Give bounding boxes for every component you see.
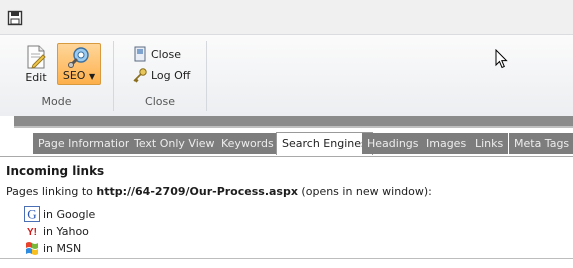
msn-icon <box>26 242 38 255</box>
tab-search-engines[interactable]: Search Engines <box>276 132 373 155</box>
yahoo-icon: Y! <box>27 227 37 238</box>
tab-text-only-view[interactable]: Text Only View <box>129 133 220 154</box>
bottom-divider <box>0 258 573 259</box>
svg-text:Y!: Y! <box>27 227 37 238</box>
mode-group-label: Mode <box>41 95 72 108</box>
tab-links[interactable]: Links <box>470 133 509 154</box>
close-document-icon <box>134 46 146 62</box>
google-icon: G <box>24 206 40 222</box>
seo-button[interactable]: SEO ▼ <box>57 43 101 85</box>
close-group-label: Close <box>145 95 175 108</box>
seo-label: SEO <box>62 69 86 82</box>
tab-images[interactable]: Images <box>421 133 472 154</box>
log-off-button[interactable]: Log Off <box>132 66 190 84</box>
close-label: Close <box>151 47 181 61</box>
edit-icon <box>27 45 46 69</box>
title-bar <box>0 0 573 34</box>
close-button[interactable]: Close <box>132 45 181 63</box>
msn-link[interactable]: in MSN <box>24 240 81 256</box>
panel-separator <box>14 116 573 128</box>
log-off-label: Log Off <box>151 68 191 82</box>
key-icon <box>133 68 147 83</box>
tab-page-information[interactable]: Page Information <box>33 133 137 154</box>
close-group: Close Log Off Close <box>114 35 206 117</box>
dropdown-arrow-icon: ▼ <box>88 72 96 81</box>
google-link[interactable]: G in Google <box>24 206 95 222</box>
tab-headings[interactable]: Headings <box>362 133 424 154</box>
edit-button[interactable]: Edit <box>14 43 58 85</box>
svg-text:G: G <box>27 207 36 222</box>
search-engines-panel: Incoming links Pages linking to http://6… <box>0 156 573 258</box>
save-icon[interactable] <box>7 10 23 26</box>
tab-bar: Page Information Text Only View Keywords… <box>0 128 573 156</box>
mouse-cursor-icon <box>495 49 508 69</box>
section-heading: Incoming links <box>6 164 105 178</box>
ribbon: Edit SEO ▼ Mode Close Log Off Close <box>0 34 573 116</box>
yahoo-link[interactable]: Y! in Yahoo <box>24 223 89 239</box>
group-divider <box>206 41 207 111</box>
tab-keywords[interactable]: Keywords <box>216 133 279 154</box>
tab-meta-tags[interactable]: Meta Tags <box>509 133 573 154</box>
edit-label: Edit <box>25 71 47 84</box>
page-url: http://64-2709/Our-Process.aspx <box>96 185 298 198</box>
mode-group: Edit SEO ▼ Mode <box>0 35 113 117</box>
pages-linking-text: Pages linking to http://64-2709/Our-Proc… <box>6 185 432 198</box>
seo-tools-icon <box>68 47 89 68</box>
